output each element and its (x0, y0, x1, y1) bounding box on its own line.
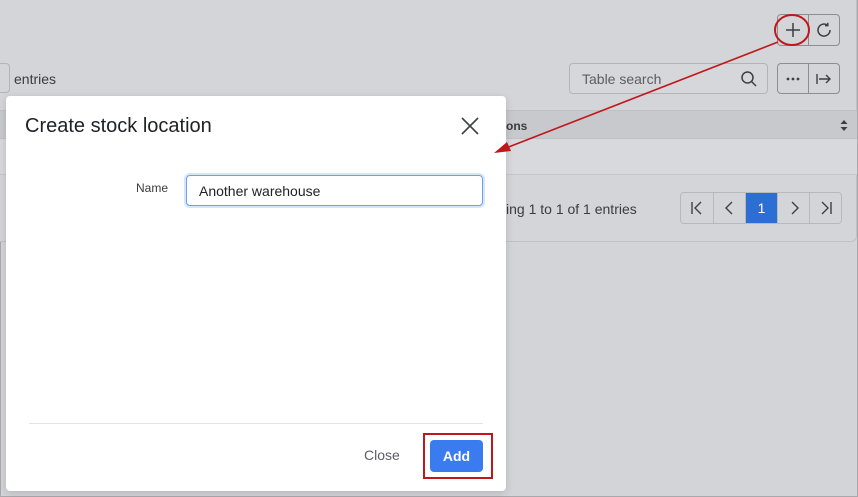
page-button-current[interactable]: 1 (745, 193, 777, 223)
add-button[interactable] (778, 15, 808, 45)
annotation-highlight-add (423, 433, 493, 479)
refresh-icon (817, 22, 831, 37)
last-page-button[interactable] (809, 193, 841, 223)
entries-label: entries (14, 71, 57, 87)
first-page-icon (691, 201, 702, 215)
chevron-right-icon (791, 201, 799, 215)
table-search-input[interactable]: Table search (569, 63, 768, 94)
close-icon[interactable] (460, 116, 480, 136)
prev-page-button[interactable] (713, 193, 745, 223)
pagination: 1 (680, 192, 842, 224)
plus-icon (786, 23, 800, 37)
last-page-icon (821, 201, 832, 215)
footer-divider (29, 423, 483, 424)
entries-select[interactable] (0, 63, 10, 93)
export-button[interactable] (808, 64, 839, 93)
name-field[interactable] (186, 175, 483, 206)
close-button[interactable]: Close (364, 447, 400, 463)
refresh-button[interactable] (808, 15, 839, 45)
arrow-to-right-icon (816, 73, 831, 84)
more-horizontal-icon (786, 77, 800, 80)
next-page-button[interactable] (777, 193, 809, 223)
chevron-left-icon (724, 201, 732, 215)
toolbar-actions (777, 14, 840, 46)
first-page-button[interactable] (681, 193, 713, 223)
dialog-title: Create stock location (25, 115, 212, 137)
table-info: ing 1 to 1 of 1 entries (506, 201, 637, 217)
search-icon (741, 71, 757, 87)
column-header-actions[interactable]: ons (506, 119, 527, 133)
more-options-button[interactable] (778, 64, 808, 93)
table-tools (777, 63, 840, 94)
create-stock-location-dialog: Create stock location Name Close Add (6, 96, 506, 491)
search-placeholder: Table search (582, 71, 662, 87)
name-label: Name (136, 181, 169, 195)
sort-icon[interactable] (840, 119, 848, 132)
